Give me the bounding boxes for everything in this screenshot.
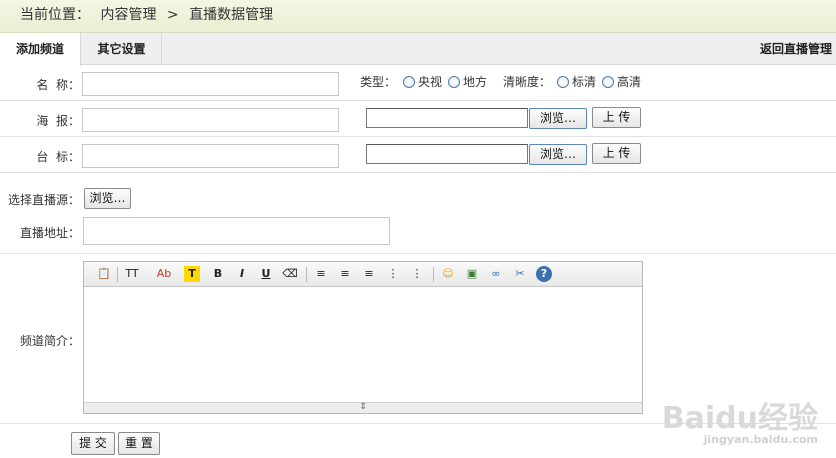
logo-file-input[interactable] xyxy=(366,144,528,164)
watermark-text: Baidu经验 xyxy=(661,401,818,436)
logo-label: 台 标： xyxy=(36,150,80,164)
poster-browse-button[interactable]: 浏览… xyxy=(529,108,587,129)
type-local-radio[interactable] xyxy=(448,76,460,88)
submit-button[interactable]: 提 交 xyxy=(71,432,115,455)
breadcrumb-separator: > xyxy=(166,7,179,23)
name-input[interactable] xyxy=(82,72,339,96)
logo-row: 台 标： 浏览… 上 传 xyxy=(0,137,836,173)
breadcrumb-live-data: 直播数据管理 xyxy=(189,7,274,23)
align-left-icon[interactable]: ≡ xyxy=(313,266,329,282)
reset-button[interactable]: 重 置 xyxy=(118,432,160,455)
editor-toolbar: 📋 TT Ab T B I U ⌫ ≡ ≡ ≡ ⋮ ⋮ ☺ ▣ ∞ ✂? xyxy=(84,262,642,287)
toolbar-separator xyxy=(306,267,307,282)
type-cctv-label: 央视 xyxy=(418,75,443,89)
rich-text-editor[interactable]: 📋 TT Ab T B I U ⌫ ≡ ≡ ≡ ⋮ ⋮ ☺ ▣ ∞ ✂? ⇕ xyxy=(83,261,643,414)
source-label: 选择直播源： xyxy=(7,193,80,207)
bold-icon[interactable]: B xyxy=(210,266,226,282)
font-size-icon[interactable]: TT xyxy=(124,266,140,282)
url-input[interactable] xyxy=(83,217,390,245)
name-label: 名 称： xyxy=(36,78,80,92)
clarity-hd-radio[interactable] xyxy=(602,76,614,88)
emoticon-icon[interactable]: ☺ xyxy=(440,266,456,282)
logo-upload-button[interactable]: 上 传 xyxy=(592,143,641,164)
highlight-icon[interactable]: T xyxy=(184,266,200,282)
baidu-watermark: Baidu经验 jingyan.baidu.com xyxy=(662,393,818,446)
poster-file-input[interactable] xyxy=(366,108,528,128)
italic-icon[interactable]: I xyxy=(234,266,250,282)
clarity-sd-radio[interactable] xyxy=(557,76,569,88)
font-color-icon[interactable]: Ab xyxy=(156,266,172,282)
clarity-sd-label: 标清 xyxy=(572,75,597,89)
editor-content-area[interactable] xyxy=(84,288,642,402)
type-local-label: 地方 xyxy=(463,75,488,89)
breadcrumb-content-manage[interactable]: 内容管理 xyxy=(100,7,156,23)
align-center-icon[interactable]: ≡ xyxy=(337,266,353,282)
back-to-live-link[interactable]: 返回直播管理 xyxy=(760,33,832,65)
unlink-icon[interactable]: ✂ xyxy=(512,266,528,282)
clarity-label: 清晰度： xyxy=(503,75,552,89)
ordered-list-icon[interactable]: ⋮ xyxy=(385,266,401,282)
logo-browse-button[interactable]: 浏览… xyxy=(529,144,587,165)
url-label: 直播地址： xyxy=(19,226,80,240)
name-row: 名 称： 类型： 央视 地方 清晰度： 标清 高清 xyxy=(0,65,836,101)
eraser-icon[interactable]: ⌫ xyxy=(282,266,298,282)
source-row: 选择直播源： 浏览… 直播地址： xyxy=(0,173,836,254)
tab-other-settings[interactable]: 其它设置 xyxy=(82,33,162,65)
poster-label: 海 报： xyxy=(36,114,80,128)
poster-input[interactable] xyxy=(82,108,339,132)
help-icon[interactable]: ? xyxy=(536,266,552,282)
type-label: 类型： xyxy=(360,75,397,89)
breadcrumb-label: 当前位置： xyxy=(20,7,90,23)
intro-label: 频道简介： xyxy=(19,334,80,348)
logo-input[interactable] xyxy=(82,144,339,168)
align-right-icon[interactable]: ≡ xyxy=(361,266,377,282)
underline-icon[interactable]: U xyxy=(258,266,274,282)
poster-upload-button[interactable]: 上 传 xyxy=(592,107,641,128)
type-cctv-radio[interactable] xyxy=(403,76,415,88)
breadcrumb: 当前位置： 内容管理 > 直播数据管理 xyxy=(0,0,836,33)
poster-row: 海 报： 浏览… 上 传 xyxy=(0,101,836,137)
clarity-hd-label: 高清 xyxy=(617,75,642,89)
tab-bar: 添加频道 其它设置 返回直播管理 xyxy=(0,33,836,66)
paste-icon[interactable]: 📋 xyxy=(96,266,112,282)
tab-add-channel[interactable]: 添加频道 xyxy=(0,33,81,66)
unordered-list-icon[interactable]: ⋮ xyxy=(409,266,425,282)
link-icon[interactable]: ∞ xyxy=(488,266,504,282)
source-browse-button[interactable]: 浏览… xyxy=(84,188,131,209)
image-icon[interactable]: ▣ xyxy=(464,266,480,282)
toolbar-separator xyxy=(117,267,118,282)
toolbar-separator xyxy=(433,267,434,282)
editor-resize-handle[interactable]: ⇕ xyxy=(84,402,642,413)
